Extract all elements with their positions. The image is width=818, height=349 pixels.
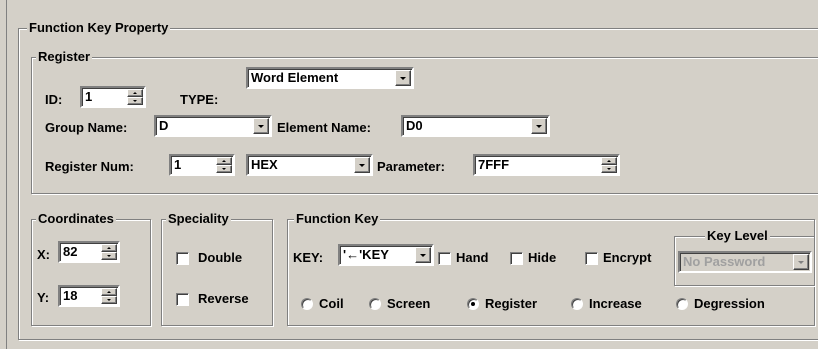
encrypt-checkbox[interactable] <box>585 252 598 265</box>
spin-down-arrow-icon <box>107 255 111 257</box>
spin-down-arrow-icon <box>107 299 111 301</box>
chevron-down-icon <box>400 77 406 80</box>
element-name-dropdown-button[interactable] <box>531 118 547 134</box>
id-spinner[interactable]: 1 <box>80 86 146 108</box>
speciality-title: Speciality <box>166 211 231 227</box>
type-dropdown-button[interactable] <box>395 70 411 86</box>
mode-radio-increase[interactable] <box>571 298 583 310</box>
mode-label-screen: Screen <box>387 296 431 311</box>
y-spin-up-button[interactable] <box>101 288 117 296</box>
key-level-title: Key Level <box>705 228 770 244</box>
register-num-label: Register Num: <box>45 159 134 174</box>
spin-up-arrow-icon <box>107 291 111 293</box>
type-label: TYPE: <box>180 92 219 107</box>
x-spin-up-button[interactable] <box>101 244 117 252</box>
x-spinner[interactable]: 82 <box>58 241 120 263</box>
parameter-spinner[interactable]: 7FFF <box>473 154 620 176</box>
x-value: 82 <box>63 244 78 259</box>
spin-down-arrow-icon <box>133 100 137 102</box>
reverse-label: Reverse <box>198 291 249 306</box>
id-value: 1 <box>85 89 93 104</box>
key-dropdown-button[interactable] <box>415 247 431 263</box>
x-label: X: <box>37 247 50 262</box>
spin-up-arrow-icon <box>133 92 137 94</box>
function-key-property-title: Function Key Property <box>27 20 171 36</box>
id-spin-down-button[interactable] <box>127 97 143 105</box>
hand-label: Hand <box>456 250 489 265</box>
hand-checkbox[interactable] <box>438 252 451 265</box>
spin-up-arrow-icon <box>107 247 111 249</box>
mode-label-coil: Coil <box>319 296 344 311</box>
x-spin-down-button[interactable] <box>101 252 117 260</box>
coordinates-title: Coordinates <box>36 211 116 227</box>
y-label: Y: <box>37 290 50 305</box>
key-value: '←'KEY <box>343 247 389 262</box>
spin-down-arrow-icon <box>222 168 226 170</box>
parameter-value: 7FFF <box>478 157 510 172</box>
y-spinner[interactable]: 18 <box>58 285 120 307</box>
mode-radio-register[interactable] <box>467 298 479 310</box>
parameter-label: Parameter: <box>377 159 445 174</box>
y-value: 18 <box>63 288 78 303</box>
encrypt-label: Encrypt <box>603 250 652 265</box>
key-level-value: No Password <box>683 254 766 269</box>
id-label: ID: <box>45 92 63 107</box>
spin-down-arrow-icon <box>607 168 611 170</box>
window-left-edge-shadow <box>6 0 7 349</box>
mode-radio-degression[interactable] <box>676 298 688 310</box>
hide-label: Hide <box>528 250 557 265</box>
register-num-spin-down-button[interactable] <box>216 165 232 173</box>
key-label: KEY: <box>293 250 324 265</box>
type-select[interactable]: Word Element <box>246 67 414 89</box>
group-name-label: Group Name: <box>45 120 128 135</box>
element-name-label: Element Name: <box>277 120 371 135</box>
format-select[interactable]: HEX <box>246 154 373 176</box>
register-num-spin-up-button[interactable] <box>216 157 232 165</box>
group-name-select[interactable]: D <box>154 115 272 137</box>
element-name-select[interactable]: D0 <box>401 115 550 137</box>
chevron-down-icon <box>420 254 426 257</box>
spin-up-arrow-icon <box>222 160 226 162</box>
group-name-dropdown-button[interactable] <box>253 118 269 134</box>
register-num-value: 1 <box>174 157 182 172</box>
key-level-dropdown-button[interactable] <box>793 254 809 270</box>
mode-radio-screen[interactable] <box>369 298 381 310</box>
double-label: Double <box>198 250 243 265</box>
mode-label-register: Register <box>485 296 538 311</box>
reverse-checkbox[interactable] <box>176 293 189 306</box>
double-checkbox[interactable] <box>176 252 189 265</box>
format-value: HEX <box>251 157 278 172</box>
parameter-spin-down-button[interactable] <box>601 165 617 173</box>
function-key-title: Function Key <box>294 211 381 227</box>
mode-label-increase: Increase <box>589 296 642 311</box>
chevron-down-icon <box>798 261 804 264</box>
chevron-down-icon <box>536 125 542 128</box>
mode-radio-coil[interactable] <box>301 298 313 310</box>
radio-selected-dot-icon <box>471 302 475 306</box>
parameter-spin-up-button[interactable] <box>601 157 617 165</box>
coordinates-group: Coordinates <box>31 211 151 326</box>
mode-label-degression: Degression <box>694 296 765 311</box>
group-name-value: D <box>159 118 169 133</box>
key-select[interactable]: '←'KEY <box>338 244 434 266</box>
id-spin-up-button[interactable] <box>127 89 143 97</box>
element-name-value: D0 <box>406 118 423 133</box>
type-value: Word Element <box>251 70 339 85</box>
chevron-down-icon <box>258 125 264 128</box>
speciality-group: Speciality <box>161 211 273 326</box>
key-level-select[interactable]: No Password <box>678 251 812 273</box>
chevron-down-icon <box>359 164 365 167</box>
format-dropdown-button[interactable] <box>354 157 370 173</box>
y-spin-down-button[interactable] <box>101 296 117 304</box>
spin-up-arrow-icon <box>607 160 611 162</box>
register-group-title: Register <box>36 49 93 65</box>
register-num-spinner[interactable]: 1 <box>169 154 235 176</box>
hide-checkbox[interactable] <box>510 252 523 265</box>
